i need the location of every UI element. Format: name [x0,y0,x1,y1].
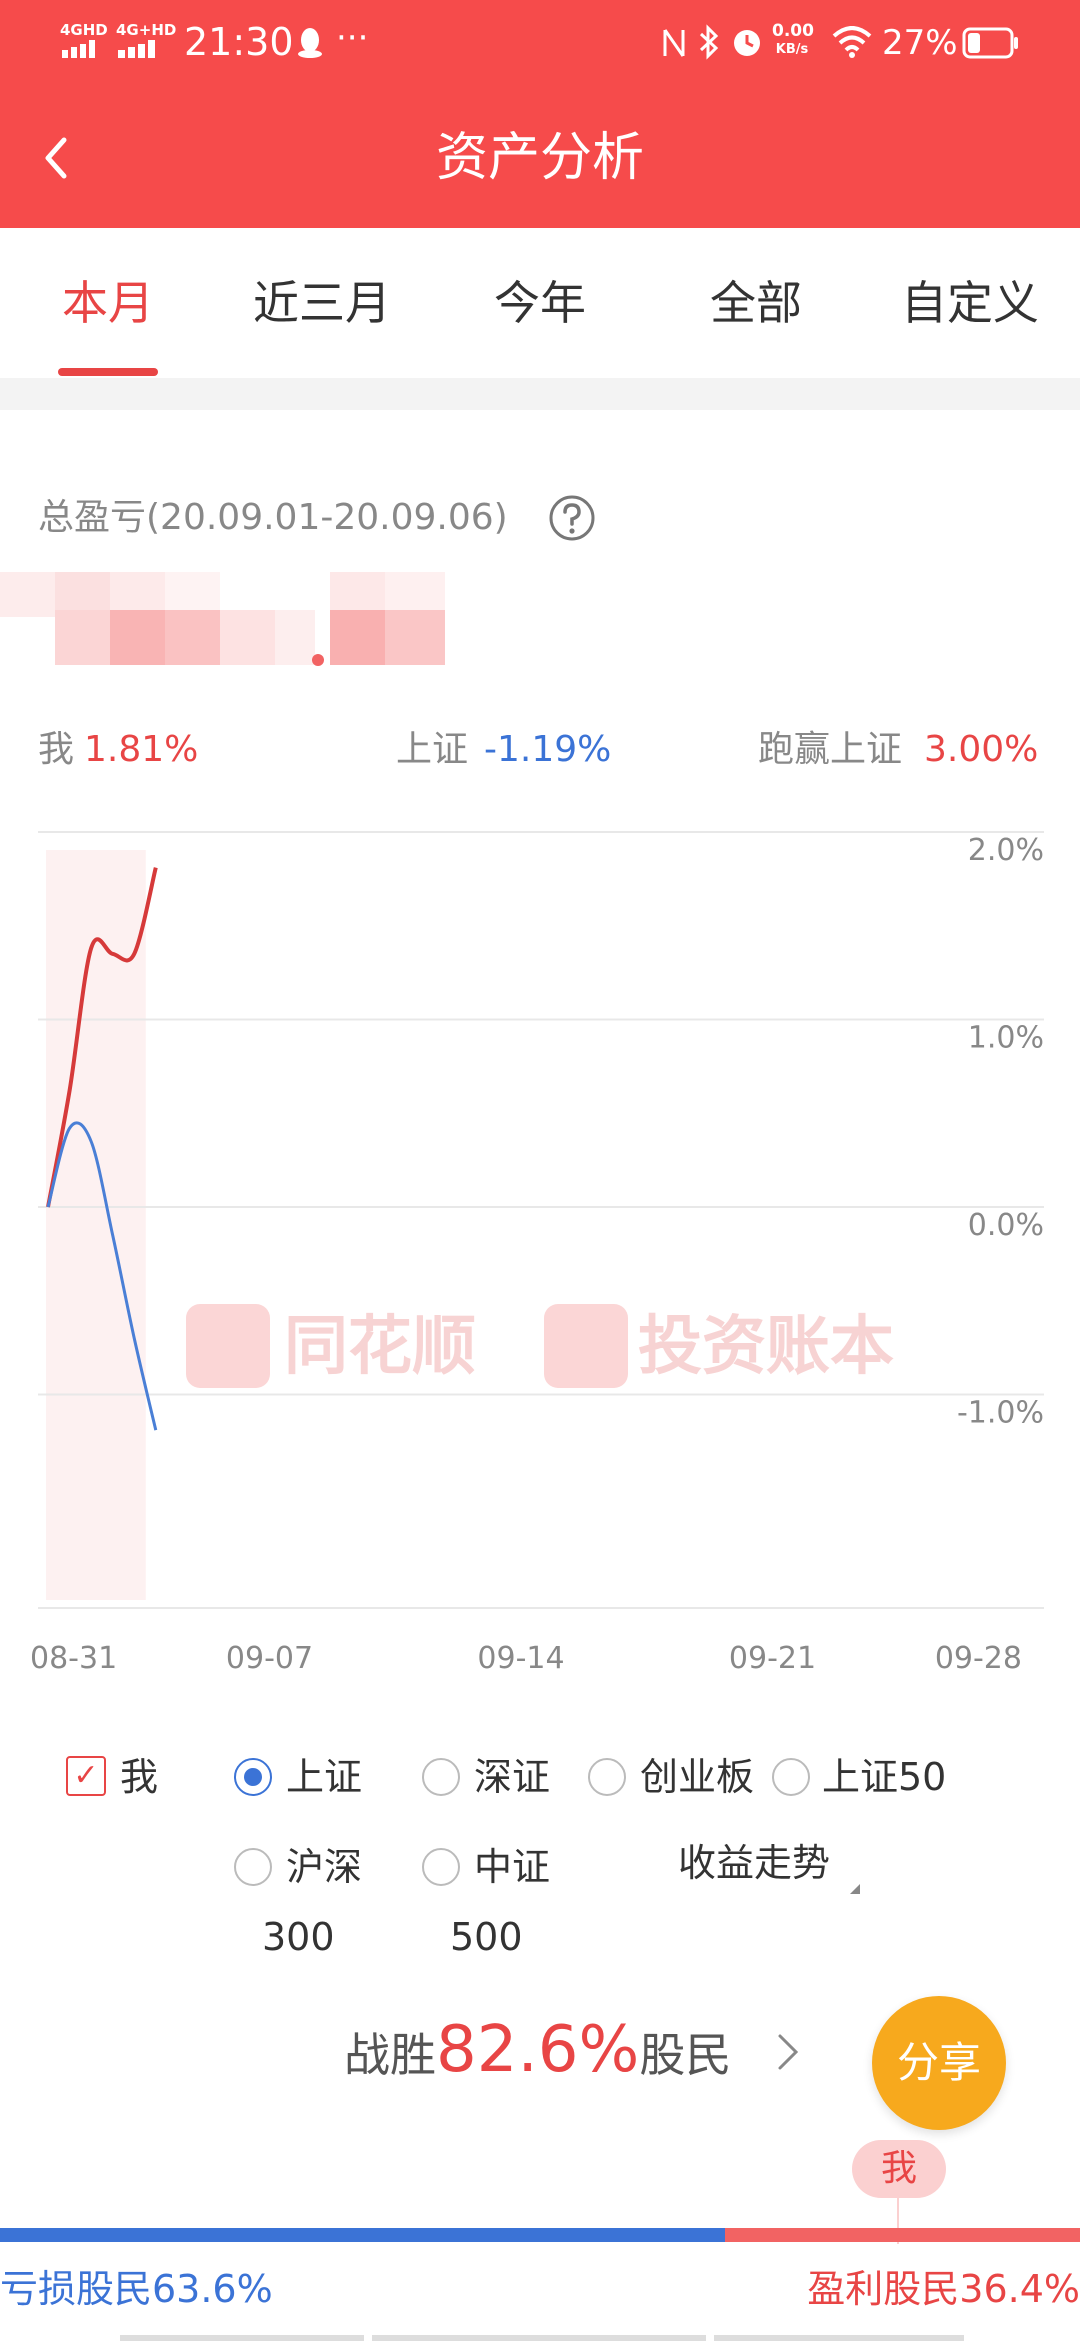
question-circle-icon[interactable] [548,494,596,542]
net-speed-value: 0.00 [772,21,814,41]
me-position-badge: 我 [852,2140,946,2198]
tab-custom[interactable]: 自定义 [880,268,1060,338]
network-4g-plus-indicator: 4G+HD [116,21,177,39]
beat-percent: 82.6% [436,2013,640,2087]
option-chinext-label: 创业板 [640,1755,755,1799]
nfc-icon [662,26,686,60]
x-tick-label: 09-21 [729,1641,816,1676]
radio-icon[interactable] [422,1758,460,1796]
tab-all[interactable]: 全部 [676,268,836,338]
section-divider [0,378,1080,410]
status-bar: 4GHD 4G+HD 21:30 ··· 0.00 KB/s 27% [0,0,1080,86]
share-button[interactable]: 分享 [872,1996,1006,2130]
battery-percent: 27% [882,23,958,63]
watermark-ths: 同花顺 投资账本 [186,1304,894,1388]
loss-investors-label: 亏损股民63.6% [0,2267,273,2311]
chevron-right-icon[interactable] [774,2030,802,2074]
option-csi300-label-line1: 沪深 [286,1845,363,1889]
beat-index-value: 3.00% [924,729,1039,770]
option-csi500-label-line1: 中证 [474,1845,551,1889]
option-csi500-label-line2: 500 [450,1915,523,1959]
index-return-label: 上证 [396,729,469,770]
profit-investors-label: 盈利股民36.4% [807,2267,1080,2311]
index-return-value: -1.19% [484,729,612,770]
qq-icon [296,26,324,58]
radio-icon[interactable] [234,1848,272,1886]
checkbox-checked-icon[interactable]: ✓ [66,1756,106,1796]
option-shenzhen-label: 深证 [474,1755,551,1799]
option-me[interactable]: ✓ 我 [66,1752,176,1802]
y-tick-label: 2.0% [968,833,1044,868]
beat-index-label: 跑赢上证 [758,729,903,770]
net-speed-unit: KB/s [775,42,809,57]
option-csi500[interactable]: 中证 [422,1842,562,1892]
loss-share-bar [0,2228,725,2242]
bluetooth-icon [698,24,720,60]
status-time: 21:30 [184,20,294,64]
more-dots-icon: ··· [336,18,369,58]
option-csi300-label-line2: 300 [262,1915,335,1959]
ledger-logo-icon [544,1304,628,1388]
option-shanghai[interactable]: 上证 [234,1752,374,1802]
option-sse50[interactable]: 上证50 [772,1752,972,1802]
signal-bars-icon [62,40,100,58]
x-tick-label: 09-14 [477,1641,564,1676]
trend-dropdown[interactable]: 收益走势 [678,1838,862,1894]
trend-dropdown-label: 收益走势 [678,1841,831,1885]
me-return-label: 我 [38,729,75,770]
current-period-band [46,850,146,1600]
beat-prefix: 战胜 [344,2028,436,2082]
radio-selected-icon[interactable] [234,1758,272,1796]
wifi-icon [832,26,872,58]
radio-icon[interactable] [588,1758,626,1796]
option-sse50-label: 上证50 [822,1755,947,1799]
radio-icon[interactable] [772,1758,810,1796]
battery-icon [962,26,1020,60]
dropdown-triangle-icon [846,1858,862,1894]
option-shenzhen[interactable]: 深证 [422,1752,562,1802]
profit-share-bar [725,2228,1080,2242]
network-4g-indicator: 4GHD [60,21,108,39]
x-tick-label: 08-31 [30,1641,117,1676]
page-title: 资产分析 [435,128,644,188]
tab-three-months[interactable]: 近三月 [222,268,422,338]
app-bar: 资产分析 [0,86,1080,228]
option-me-label: 我 [120,1755,159,1799]
tab-this-month[interactable]: 本月 [28,268,188,338]
y-tick-label: -1.0% [957,1396,1044,1431]
alarm-icon [730,24,764,60]
signal-bars-icon [118,40,166,58]
me-return-value: 1.81% [84,729,199,770]
watermark-right-text: 投资账本 [638,1310,894,1384]
period-tabs: 本月 近三月 今年 全部 自定义 [0,228,1080,378]
y-tick-label: 1.0% [968,1021,1044,1056]
option-chinext[interactable]: 创业板 [588,1752,768,1802]
x-tick-label: 09-07 [226,1641,313,1676]
return-trend-chart: 2.0% 1.0% 0.0% -1.0% 同花顺 投资账本 08-31 09-07 09-14 0… [0,820,1080,1680]
option-shanghai-label: 上证 [286,1755,363,1799]
hidden-amount-mosaic [0,562,500,672]
tab-this-year[interactable]: 今年 [460,268,620,338]
watermark-left-text: 同花顺 [284,1310,476,1384]
radio-icon[interactable] [422,1848,460,1886]
ths-logo-icon [186,1304,270,1388]
active-tab-indicator [58,368,158,376]
beat-investors-row[interactable]: 战胜82.6%股民 [344,2010,731,2090]
beat-suffix: 股民 [639,2028,732,2082]
y-tick-label: 0.0% [968,1208,1044,1243]
x-tick-label: 09-28 [935,1641,1022,1676]
total-pnl-label: 总盈亏(20.09.01-20.09.06) [38,497,508,538]
option-csi300[interactable]: 沪深 [234,1842,374,1892]
bottom-decor-lines [0,2328,1080,2341]
